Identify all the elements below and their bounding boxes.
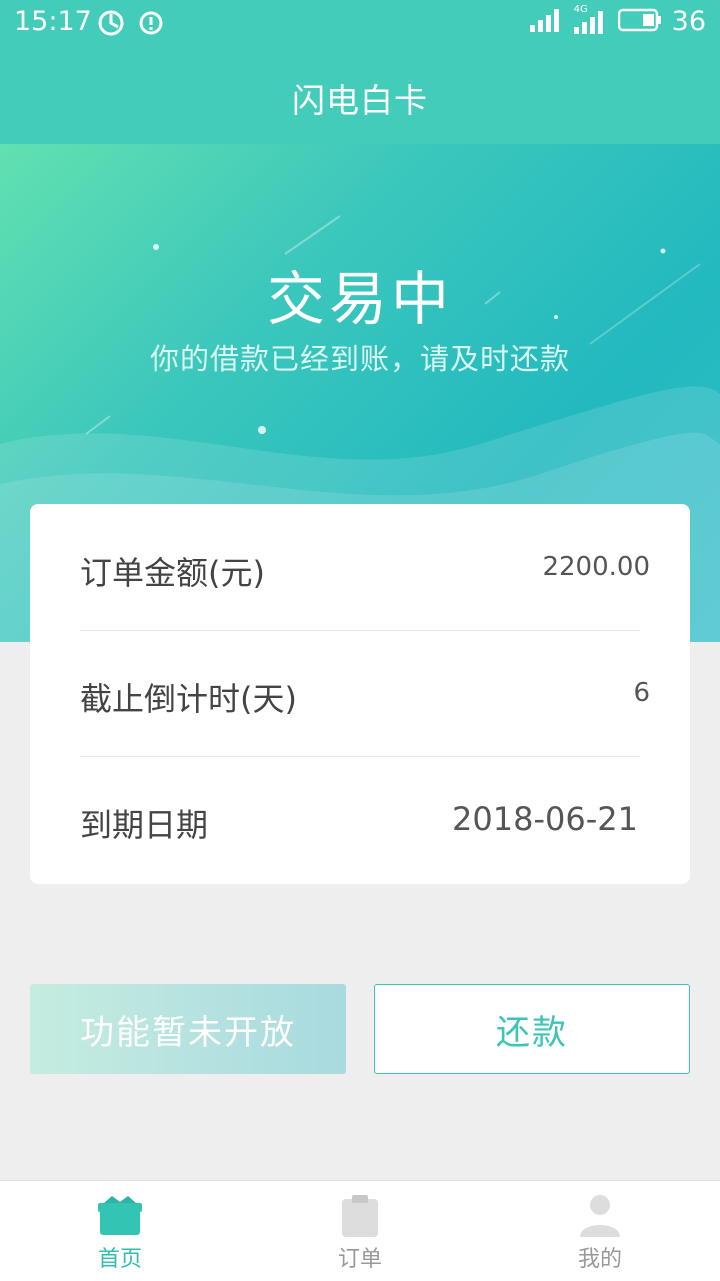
tab-home-label: 首页 bbox=[97, 1247, 142, 1272]
due-date-row: 到期日期 2018-06-21 bbox=[80, 756, 640, 882]
due-date-value: 2018-06-21 bbox=[452, 800, 638, 838]
clipboard-icon bbox=[336, 1193, 384, 1241]
tab-mine-label: 我的 bbox=[577, 1247, 622, 1272]
feature-unavailable-button: 功能暂未开放 bbox=[30, 984, 346, 1074]
sync-icon bbox=[98, 10, 124, 40]
wifi-signal-icon bbox=[529, 8, 564, 36]
home-icon bbox=[96, 1193, 144, 1241]
order-info-card: 订单金额(元) 2200.00 截止倒计时(天) 6 到期日期 2018-06-… bbox=[30, 504, 690, 884]
battery-level: 36 bbox=[671, 6, 706, 37]
bottom-tab-bar: 首页 订单 我的 bbox=[0, 1180, 720, 1281]
tab-orders[interactable]: 订单 bbox=[240, 1181, 480, 1281]
transaction-status-title: 交易中 bbox=[266, 265, 453, 333]
countdown-label: 截止倒计时(天) bbox=[80, 680, 297, 718]
transaction-status-subtitle: 你的借款已经到账，请及时还款 bbox=[149, 342, 570, 376]
nav-bar: 闪电白卡 bbox=[0, 44, 720, 144]
tab-orders-label: 订单 bbox=[337, 1247, 382, 1272]
due-date-label: 到期日期 bbox=[80, 806, 209, 844]
order-amount-label: 订单金额(元) bbox=[80, 554, 265, 592]
countdown-value: 6 bbox=[633, 678, 650, 708]
countdown-row: 截止倒计时(天) 6 bbox=[80, 630, 650, 757]
network-type: 4G bbox=[573, 3, 588, 15]
user-icon bbox=[576, 1193, 624, 1241]
battery-icon bbox=[617, 8, 662, 36]
status-time: 15:17 bbox=[14, 6, 92, 37]
order-amount-row: 订单金额(元) 2200.00 bbox=[80, 504, 650, 631]
order-amount-value: 2200.00 bbox=[542, 552, 650, 582]
tab-mine[interactable]: 我的 bbox=[480, 1181, 720, 1281]
repay-button[interactable]: 还款 bbox=[374, 984, 690, 1074]
update-icon bbox=[138, 10, 164, 40]
tab-home[interactable]: 首页 bbox=[0, 1181, 240, 1281]
cellular-4g-icon: 4G bbox=[573, 4, 608, 34]
page-title: 闪电白卡 bbox=[292, 81, 428, 120]
status-bar: 15:17 4G 36 bbox=[0, 0, 720, 44]
